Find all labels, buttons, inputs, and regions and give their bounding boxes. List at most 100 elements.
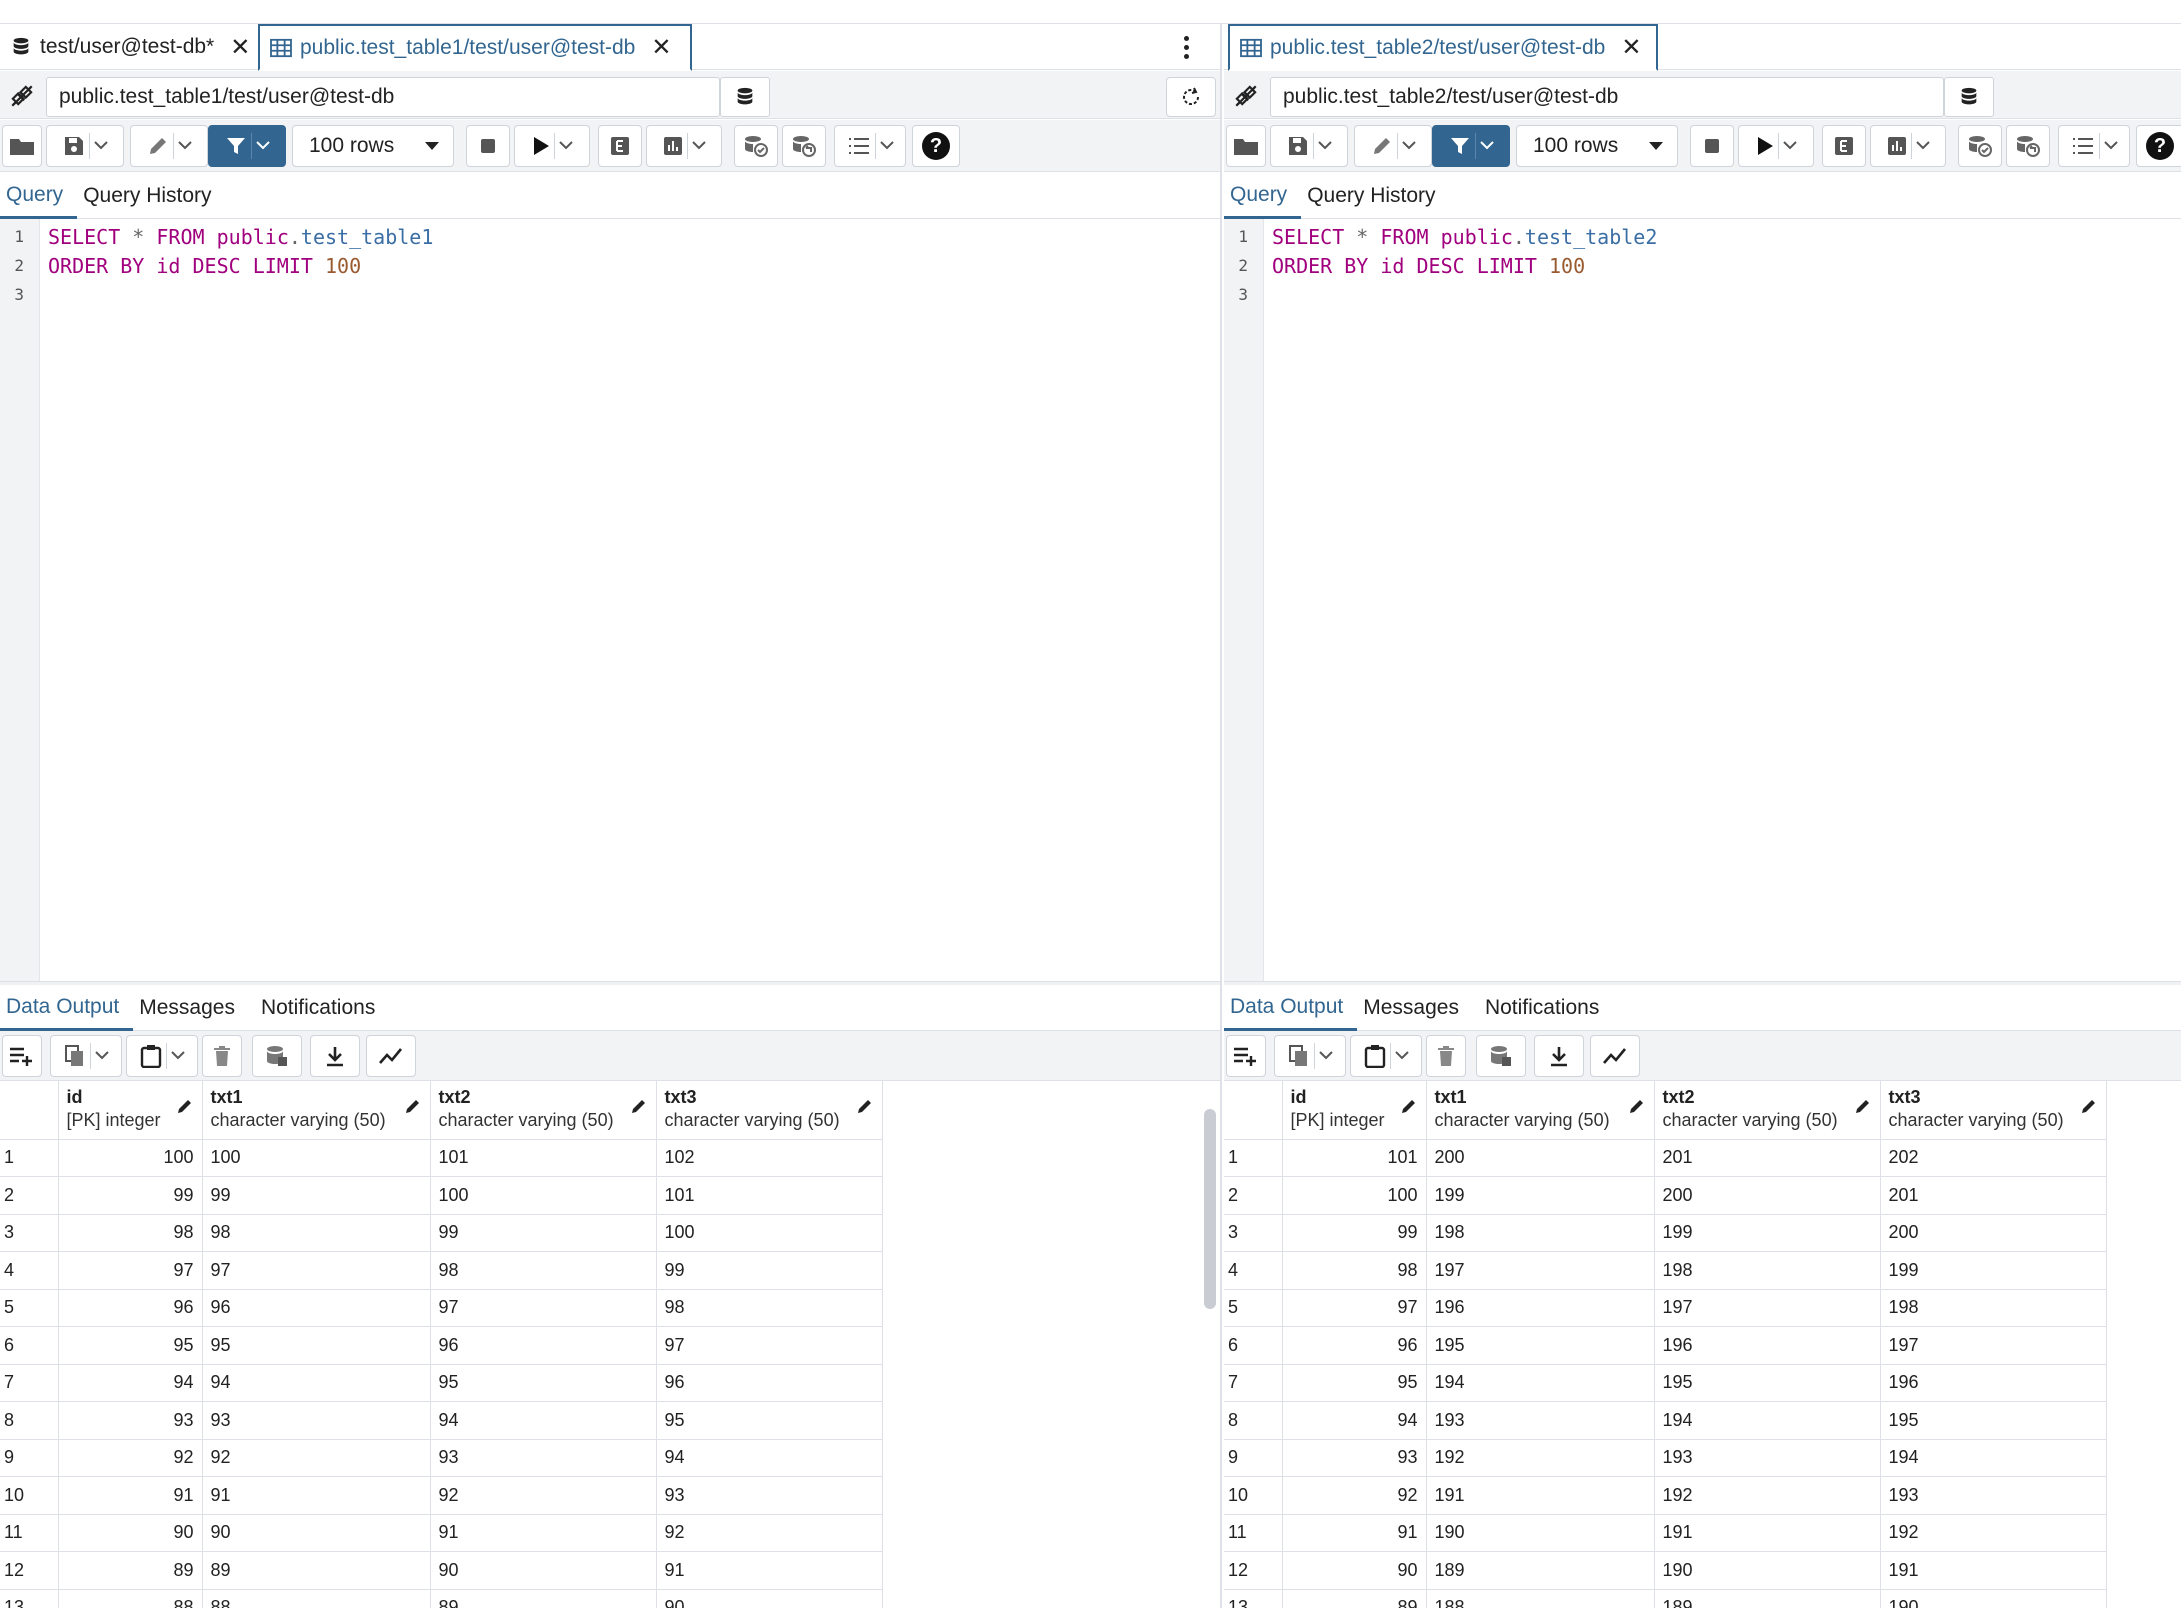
table-cell[interactable]: 89 bbox=[202, 1551, 431, 1590]
copy-button[interactable] bbox=[1274, 1035, 1346, 1077]
close-icon[interactable]: ✕ bbox=[1621, 33, 1641, 62]
table-cell[interactable]: 94 bbox=[430, 1401, 657, 1440]
table-cell[interactable]: 99 bbox=[58, 1176, 203, 1215]
table-cell[interactable]: 100 bbox=[1282, 1176, 1427, 1215]
table-cell[interactable]: 196 bbox=[1880, 1364, 2107, 1402]
column-header-id[interactable]: id [PK] integer bbox=[1282, 1081, 1427, 1140]
table-cell[interactable]: 190 bbox=[1880, 1589, 2107, 1608]
delete-button[interactable] bbox=[1426, 1035, 1466, 1077]
table-cell[interactable]: 98 bbox=[202, 1214, 431, 1252]
table-cell[interactable]: 99 bbox=[202, 1176, 431, 1215]
delete-button[interactable] bbox=[202, 1035, 242, 1077]
macros-button[interactable] bbox=[834, 125, 906, 167]
table-cell[interactable]: 99 bbox=[656, 1251, 883, 1290]
table-cell[interactable]: 191 bbox=[1426, 1476, 1655, 1515]
table-cell[interactable]: 200 bbox=[1654, 1176, 1881, 1215]
table-cell[interactable]: 89 bbox=[58, 1551, 203, 1590]
pencil-icon[interactable] bbox=[1854, 1097, 1872, 1115]
table-cell[interactable]: 92 bbox=[1282, 1476, 1427, 1515]
table-cell[interactable]: 191 bbox=[1880, 1551, 2107, 1590]
paste-button[interactable] bbox=[1350, 1035, 1422, 1077]
table-cell[interactable]: 98 bbox=[58, 1214, 203, 1252]
rollback-button[interactable] bbox=[782, 125, 826, 167]
connection-select[interactable]: public.test_table1/test/user@test-db bbox=[46, 77, 720, 117]
column-header-txt3[interactable]: txt3 character varying (50) bbox=[656, 1081, 883, 1140]
table-cell[interactable]: 201 bbox=[1880, 1176, 2107, 1215]
table-cell[interactable]: 96 bbox=[1282, 1326, 1427, 1365]
table-cell[interactable]: 192 bbox=[1654, 1476, 1881, 1515]
new-connection-button[interactable] bbox=[1944, 77, 1994, 117]
tab-query-history[interactable]: Query History bbox=[1301, 173, 1455, 219]
add-row-button[interactable] bbox=[2, 1035, 42, 1077]
table-cell[interactable]: 96 bbox=[202, 1289, 431, 1327]
table-cell[interactable]: 94 bbox=[202, 1364, 431, 1402]
table-cell[interactable]: 198 bbox=[1880, 1289, 2107, 1327]
vertical-scrollbar[interactable] bbox=[1204, 1109, 1216, 1309]
close-icon[interactable]: ✕ bbox=[651, 33, 671, 62]
tab-query-history[interactable]: Query History bbox=[77, 173, 231, 219]
table-cell[interactable]: 100 bbox=[58, 1139, 203, 1177]
table-cell[interactable]: 195 bbox=[1654, 1364, 1881, 1402]
table-cell[interactable]: 195 bbox=[1880, 1401, 2107, 1440]
explain-analyze-button[interactable] bbox=[1870, 125, 1946, 167]
paste-button[interactable] bbox=[126, 1035, 198, 1077]
table-cell[interactable]: 190 bbox=[1426, 1514, 1655, 1552]
help-button[interactable]: ? bbox=[2136, 125, 2181, 167]
help-button[interactable]: ? bbox=[912, 125, 960, 167]
commit-button[interactable] bbox=[734, 125, 778, 167]
table-cell[interactable]: 94 bbox=[58, 1364, 203, 1402]
table-cell[interactable]: 202 bbox=[1880, 1139, 2107, 1177]
table-cell[interactable]: 90 bbox=[58, 1514, 203, 1552]
rows-limit-select[interactable]: 100 rows bbox=[292, 125, 454, 167]
table-cell[interactable]: 89 bbox=[430, 1589, 657, 1608]
table-cell[interactable]: 197 bbox=[1654, 1289, 1881, 1327]
kebab-menu-icon[interactable] bbox=[1172, 32, 1200, 62]
table-cell[interactable]: 98 bbox=[430, 1251, 657, 1290]
table-cell[interactable]: 89 bbox=[1282, 1589, 1427, 1608]
table-cell[interactable]: 93 bbox=[1282, 1439, 1427, 1477]
table-cell[interactable]: 195 bbox=[1426, 1326, 1655, 1365]
save-data-button[interactable] bbox=[1476, 1035, 1526, 1077]
table-cell[interactable]: 95 bbox=[202, 1326, 431, 1365]
tab-query[interactable]: Query bbox=[1224, 173, 1302, 219]
macros-button[interactable] bbox=[2058, 125, 2130, 167]
add-row-button[interactable] bbox=[1226, 1035, 1266, 1077]
pencil-icon[interactable] bbox=[1628, 1097, 1646, 1115]
table-cell[interactable]: 92 bbox=[58, 1439, 203, 1477]
pencil-icon[interactable] bbox=[856, 1097, 874, 1115]
connection-status-icon[interactable] bbox=[1226, 77, 1266, 115]
pencil-icon[interactable] bbox=[176, 1097, 194, 1115]
table-cell[interactable]: 95 bbox=[1282, 1364, 1427, 1402]
column-header-txt1[interactable]: txt1 character varying (50) bbox=[202, 1081, 431, 1140]
table-cell[interactable]: 91 bbox=[202, 1476, 431, 1515]
table-cell[interactable]: 196 bbox=[1654, 1326, 1881, 1365]
table-cell[interactable]: 93 bbox=[656, 1476, 883, 1515]
table-cell[interactable]: 188 bbox=[1426, 1589, 1655, 1608]
explain-button[interactable] bbox=[598, 125, 642, 167]
table-cell[interactable]: 193 bbox=[1654, 1439, 1881, 1477]
table-cell[interactable]: 193 bbox=[1426, 1401, 1655, 1440]
tab-1[interactable]: public.test_table2/test/user@test-db ✕ bbox=[1228, 24, 1658, 71]
table-cell[interactable]: 93 bbox=[430, 1439, 657, 1477]
pencil-icon[interactable] bbox=[1400, 1097, 1418, 1115]
stop-button[interactable] bbox=[1690, 125, 1734, 167]
edit-button[interactable] bbox=[130, 125, 208, 167]
table-cell[interactable]: 198 bbox=[1426, 1214, 1655, 1252]
copy-button[interactable] bbox=[50, 1035, 122, 1077]
table-cell[interactable]: 194 bbox=[1654, 1401, 1881, 1440]
table-cell[interactable]: 194 bbox=[1880, 1439, 2107, 1477]
stop-button[interactable] bbox=[466, 125, 510, 167]
tab-1[interactable]: test/user@test-db* ✕ bbox=[0, 24, 256, 70]
table-cell[interactable]: 97 bbox=[1282, 1289, 1427, 1327]
table-cell[interactable]: 94 bbox=[656, 1439, 883, 1477]
table-cell[interactable]: 97 bbox=[430, 1289, 657, 1327]
tab-notifications[interactable]: Notifications bbox=[255, 985, 395, 1031]
save-data-button[interactable] bbox=[252, 1035, 302, 1077]
table-cell[interactable]: 192 bbox=[1880, 1514, 2107, 1552]
save-file-button[interactable] bbox=[1270, 125, 1348, 167]
table-cell[interactable]: 97 bbox=[202, 1251, 431, 1290]
table-cell[interactable]: 96 bbox=[58, 1289, 203, 1327]
table-cell[interactable]: 101 bbox=[1282, 1139, 1427, 1177]
pencil-icon[interactable] bbox=[2080, 1097, 2098, 1115]
table-cell[interactable]: 98 bbox=[656, 1289, 883, 1327]
